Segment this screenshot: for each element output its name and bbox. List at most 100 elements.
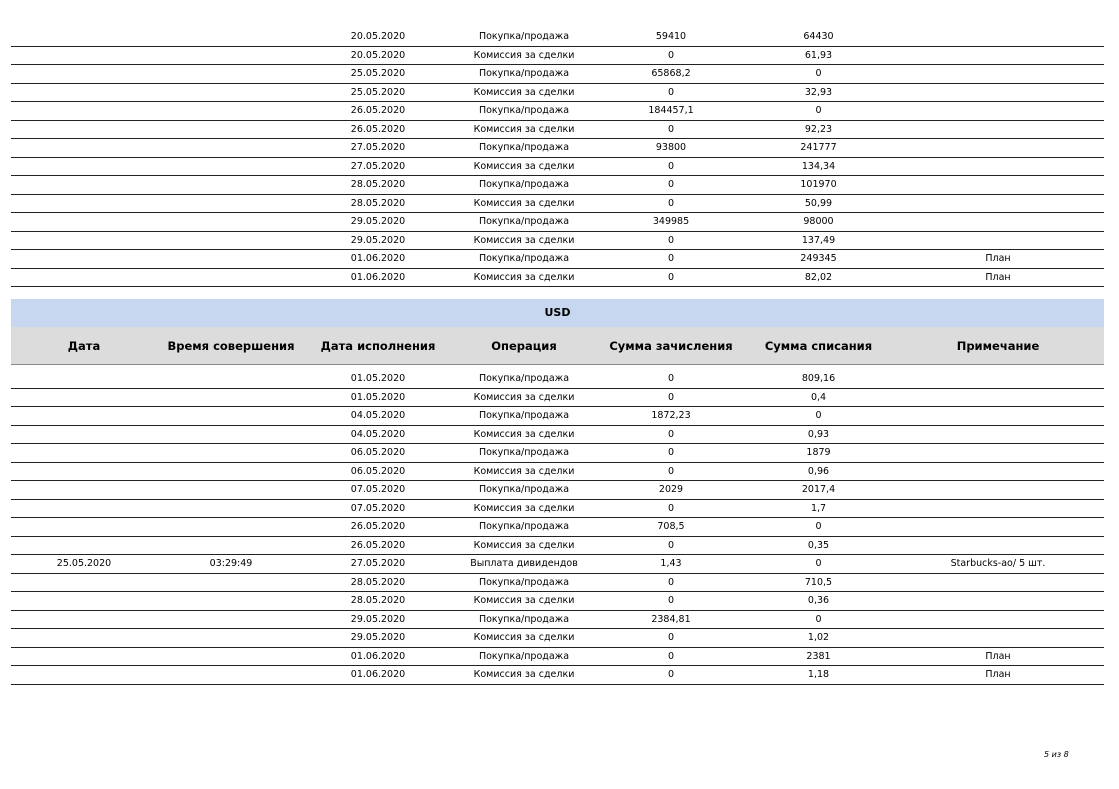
cell-date [11, 194, 157, 213]
table-row: 04.05.2020 Комиссия за сделки 0 0,93 [11, 425, 1104, 444]
cell-time [157, 138, 305, 158]
cell-time [157, 517, 305, 537]
table-row: 04.05.2020 Покупка/продажа 1872,23 0 [11, 406, 1104, 426]
table-row: 27.05.2020 Покупка/продажа 93800 241777 [11, 138, 1104, 158]
cell-time [157, 647, 305, 666]
cell-debit: 2381 [745, 647, 892, 666]
table-row: 27.05.2020 Комиссия за сделки 0 134,34 [11, 157, 1104, 176]
cell-time [157, 175, 305, 195]
cell-credit: 0 [597, 46, 745, 65]
cell-date [11, 517, 157, 537]
cell-time [157, 120, 305, 139]
cell-exec-date: 01.06.2020 [305, 647, 451, 666]
usd-table-header: Дата Время совершения Дата исполнения Оп… [11, 327, 1104, 365]
table-row: 01.05.2020 Комиссия за сделки 0 0,4 [11, 388, 1104, 407]
cell-time [157, 425, 305, 444]
cell-operation: Покупка/продажа [451, 64, 597, 84]
cell-credit: 0 [597, 443, 745, 463]
cell-exec-date: 01.06.2020 [305, 249, 451, 269]
cell-time [157, 536, 305, 555]
cell-note [892, 480, 1104, 500]
cell-operation: Покупка/продажа [451, 517, 597, 537]
cell-debit: 241777 [745, 138, 892, 158]
cell-operation: Комиссия за сделки [451, 46, 597, 65]
table-row: 28.05.2020 Покупка/продажа 0 710,5 [11, 573, 1104, 592]
cell-exec-date: 01.05.2020 [305, 388, 451, 407]
cell-debit: 64430 [745, 28, 892, 47]
cell-credit: 0 [597, 499, 745, 518]
cell-note [892, 46, 1104, 65]
cell-time [157, 388, 305, 407]
cell-debit: 2017,4 [745, 480, 892, 500]
cell-exec-date: 29.05.2020 [305, 610, 451, 629]
cell-debit: 0 [745, 517, 892, 537]
cell-debit: 137,49 [745, 231, 892, 250]
cell-debit: 0 [745, 554, 892, 574]
rub-transactions-body: 20.05.2020 Покупка/продажа 59410 64430 20.05… [11, 28, 1104, 287]
table-row: 25.05.2020 03:29:49 27.05.2020 Выплата диви… [11, 554, 1104, 574]
cell-date [11, 480, 157, 500]
cell-note [892, 443, 1104, 463]
cell-note [892, 462, 1104, 481]
header-operation: Операция [451, 327, 597, 365]
cell-time [157, 370, 305, 389]
cell-exec-date: 07.05.2020 [305, 499, 451, 518]
cell-exec-date: 25.05.2020 [305, 83, 451, 102]
cell-credit: 0 [597, 268, 745, 287]
cell-note [892, 406, 1104, 426]
cell-exec-date: 27.05.2020 [305, 157, 451, 176]
cell-credit: 0 [597, 194, 745, 213]
table-row: 28.05.2020 Комиссия за сделки 0 50,99 [11, 194, 1104, 213]
cell-debit: 0 [745, 610, 892, 629]
table-row: 06.05.2020 Комиссия за сделки 0 0,96 [11, 462, 1104, 481]
cell-exec-date: 06.05.2020 [305, 462, 451, 481]
cell-credit: 0 [597, 157, 745, 176]
cell-date [11, 647, 157, 666]
cell-exec-date: 29.05.2020 [305, 231, 451, 250]
cell-credit: 0 [597, 370, 745, 389]
cell-operation: Комиссия за сделки [451, 628, 597, 648]
cell-exec-date: 01.06.2020 [305, 665, 451, 685]
cell-note [892, 517, 1104, 537]
cell-time [157, 268, 305, 287]
cell-exec-date: 07.05.2020 [305, 480, 451, 500]
cell-time [157, 249, 305, 269]
cell-date [11, 499, 157, 518]
usd-transactions-body: 01.05.2020 Покупка/продажа 0 809,16 01.05.20… [11, 370, 1104, 685]
cell-time [157, 443, 305, 463]
cell-note: План [892, 249, 1104, 269]
cell-operation: Покупка/продажа [451, 480, 597, 500]
cell-time [157, 610, 305, 629]
cell-exec-date: 01.05.2020 [305, 370, 451, 389]
table-row: 29.05.2020 Покупка/продажа 2384,81 0 [11, 610, 1104, 629]
cell-debit: 0,96 [745, 462, 892, 481]
cell-date [11, 268, 157, 287]
table-row: 25.05.2020 Покупка/продажа 65868,2 0 [11, 64, 1104, 84]
cell-note [892, 138, 1104, 158]
cell-exec-date: 26.05.2020 [305, 536, 451, 555]
cell-operation: Покупка/продажа [451, 647, 597, 666]
cell-note [892, 120, 1104, 139]
cell-operation: Комиссия за сделки [451, 425, 597, 444]
cell-date [11, 462, 157, 481]
table-row: 26.05.2020 Покупка/продажа 708,5 0 [11, 517, 1104, 537]
cell-note [892, 194, 1104, 213]
cell-date [11, 425, 157, 444]
cell-date [11, 591, 157, 611]
cell-note: План [892, 647, 1104, 666]
cell-exec-date: 29.05.2020 [305, 212, 451, 232]
cell-debit: 1879 [745, 443, 892, 463]
cell-operation: Комиссия за сделки [451, 120, 597, 139]
header-date: Дата [11, 327, 157, 365]
cell-credit: 0 [597, 425, 745, 444]
cell-credit: 0 [597, 591, 745, 611]
header-credit: Сумма зачисления [597, 327, 745, 365]
table-row: 20.05.2020 Комиссия за сделки 0 61,93 [11, 46, 1104, 65]
cell-date [11, 536, 157, 555]
cell-operation: Комиссия за сделки [451, 536, 597, 555]
cell-operation: Комиссия за сделки [451, 591, 597, 611]
cell-exec-date: 01.06.2020 [305, 268, 451, 287]
cell-credit: 0 [597, 665, 745, 685]
header-exec-date: Дата исполнения [305, 327, 451, 365]
cell-date [11, 138, 157, 158]
